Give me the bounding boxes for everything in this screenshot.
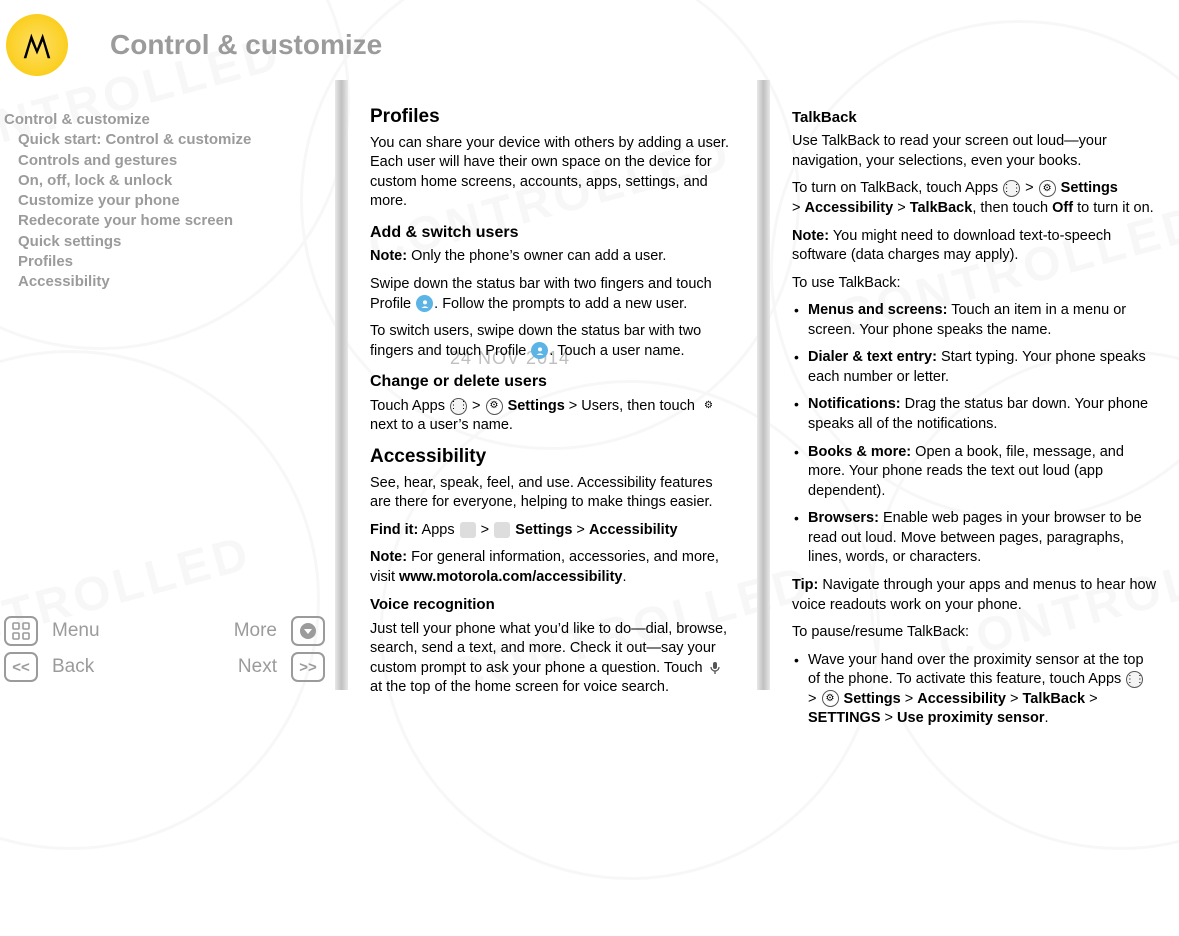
toc-item[interactable]: Quick settings — [4, 232, 325, 252]
heading-talkback: TalkBack — [792, 108, 1157, 128]
paragraph: To switch users, swipe down the status b… — [370, 322, 735, 361]
next-button[interactable]: Next >> — [238, 652, 325, 682]
gear-icon: ⚙ — [822, 690, 839, 707]
paragraph: Find it: Apps > Settings > Accessibility — [370, 521, 735, 541]
page-title: Control & customize — [110, 29, 382, 61]
heading-add-switch: Add & switch users — [370, 222, 735, 244]
paragraph: Note: You might need to download text-to… — [792, 227, 1157, 266]
toc-root[interactable]: Control & customize — [4, 110, 325, 130]
paragraph: Just tell your phone what you’d like to … — [370, 620, 735, 698]
profile-icon — [416, 295, 433, 312]
toc-item[interactable]: Quick start: Control & customize — [4, 130, 325, 150]
bullet-list: Menus and screens: Touch an item in a me… — [792, 301, 1157, 568]
chevron-left-icon: << — [4, 652, 38, 682]
toc-item[interactable]: Profiles — [4, 252, 325, 272]
menu-button[interactable]: Menu — [4, 616, 100, 646]
chevron-right-icon: >> — [291, 652, 325, 682]
paragraph: Note: For general information, accessori… — [370, 548, 735, 587]
gear-icon: ⚙ — [1039, 180, 1056, 197]
list-item: Wave your hand over the proximity sensor… — [792, 651, 1157, 729]
toc-item[interactable]: Accessibility — [4, 272, 325, 292]
column-divider — [335, 80, 348, 690]
gear-icon: ⚙ — [700, 398, 717, 415]
bullet-list: Wave your hand over the proximity sensor… — [792, 651, 1157, 729]
toc-item[interactable]: On, off, lock & unlock — [4, 171, 325, 191]
apps-icon: ⋮⋮ — [1126, 671, 1143, 688]
heading-change-delete: Change or delete users — [370, 371, 735, 393]
paragraph: To pause/resume TalkBack: — [792, 623, 1157, 643]
column-2: TalkBack Use TalkBack to read your scree… — [770, 80, 1179, 690]
toc-item[interactable]: Customize your phone — [4, 191, 325, 211]
motorola-logo — [6, 14, 68, 76]
nav-label: More — [234, 620, 277, 642]
heading-accessibility: Accessibility — [370, 444, 735, 470]
paragraph: To turn on TalkBack, touch Apps ⋮⋮ > ⚙ S… — [792, 179, 1157, 218]
apps-icon: ⋮⋮ — [1003, 180, 1020, 197]
list-item: Browsers: Enable web pages in your brows… — [792, 509, 1157, 568]
apps-icon — [460, 522, 476, 538]
list-item: Books & more: Open a book, file, message… — [792, 443, 1157, 502]
heading-profiles: Profiles — [370, 104, 735, 130]
gear-icon — [494, 522, 510, 538]
toc-item[interactable]: Redecorate your home screen — [4, 211, 325, 231]
column-1: Profiles You can share your device with … — [348, 80, 757, 690]
microphone-icon — [708, 660, 723, 677]
back-button[interactable]: << Back — [4, 652, 94, 682]
heading-voice: Voice recognition — [370, 595, 735, 615]
column-divider — [757, 80, 770, 690]
list-item: Notifications: Drag the status bar down.… — [792, 395, 1157, 434]
paragraph: To use TalkBack: — [792, 274, 1157, 294]
toc-item[interactable]: Controls and gestures — [4, 151, 325, 171]
list-item: Menus and screens: Touch an item in a me… — [792, 301, 1157, 340]
nav-label: Menu — [52, 620, 100, 642]
nav-label: Next — [238, 656, 277, 678]
paragraph: You can share your device with others by… — [370, 134, 735, 212]
more-button[interactable]: More — [234, 616, 325, 646]
paragraph: See, hear, speak, feel, and use. Accessi… — [370, 474, 735, 513]
gear-icon: ⚙ — [486, 398, 503, 415]
profile-icon — [531, 342, 548, 359]
table-of-contents: Control & customize Quick start: Control… — [4, 110, 325, 292]
grid-icon — [4, 616, 38, 646]
paragraph: Touch Apps ⋮⋮ > ⚙ Settings > Users, then… — [370, 397, 735, 436]
nav-label: Back — [52, 656, 94, 678]
apps-icon: ⋮⋮ — [450, 398, 467, 415]
list-item: Dialer & text entry: Start typing. Your … — [792, 348, 1157, 387]
paragraph: Tip: Navigate through your apps and menu… — [792, 576, 1157, 615]
paragraph: Note: Only the phone’s owner can add a u… — [370, 247, 735, 267]
paragraph: Swipe down the status bar with two finge… — [370, 275, 735, 314]
paragraph: Use TalkBack to read your screen out lou… — [792, 132, 1157, 171]
chevron-down-circle-icon — [291, 616, 325, 646]
